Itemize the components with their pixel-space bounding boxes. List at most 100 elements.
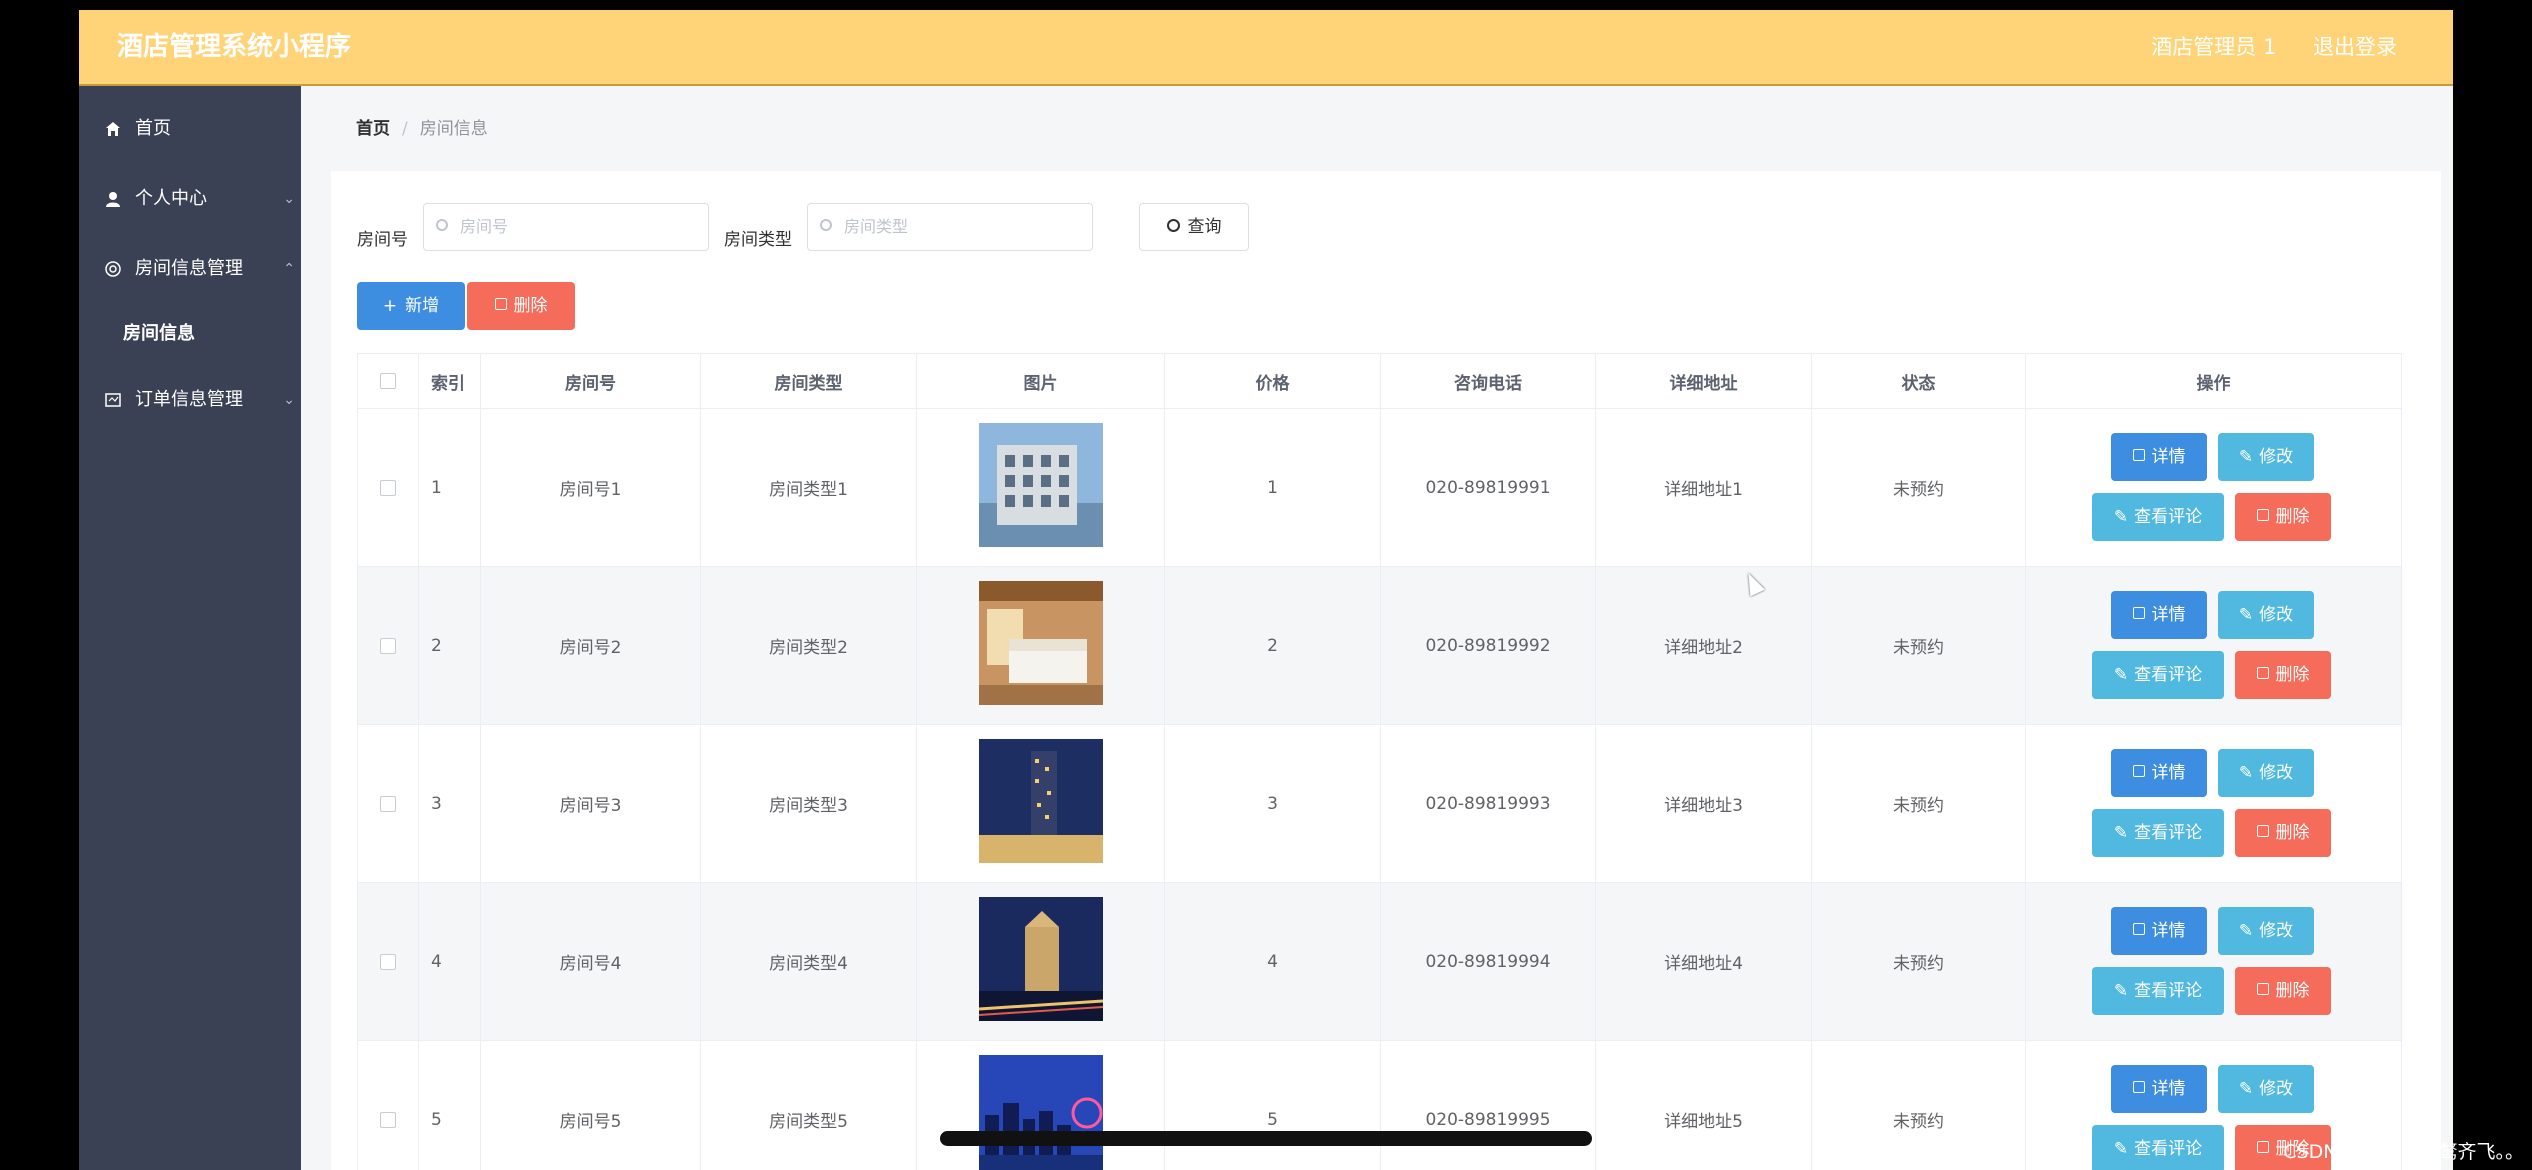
view-reviews-button[interactable]: ✎ 查看评论	[2092, 809, 2224, 857]
cell-address: 详细地址1	[1596, 409, 1812, 566]
review-label: 查看评论	[2134, 1139, 2203, 1159]
header-status[interactable]: 状态	[1812, 354, 2026, 408]
detail-label: 详情	[2151, 921, 2186, 941]
delete-label: 删除	[513, 296, 548, 316]
cell-address: 详细地址3	[1596, 725, 1812, 882]
room-image[interactable]	[978, 739, 1103, 868]
view-reviews-button[interactable]: ✎ 查看评论	[2092, 651, 2224, 699]
detail-button[interactable]: 详情	[2111, 433, 2207, 481]
breadcrumb: 首页 / 房间信息	[356, 114, 488, 139]
header-address[interactable]: 详细地址	[1596, 354, 1812, 408]
cell-room: 房间号4	[481, 883, 701, 1040]
table-row: 3 房间号3 房间类型3 3 020-89819993 详细地址3 未预约 详情 ✎ 修改 ✎ 查看评…	[358, 725, 2402, 883]
edit-label: 修改	[2259, 447, 2294, 467]
room-image[interactable]	[978, 423, 1103, 552]
sidebar-item-home[interactable]: 首页	[79, 99, 301, 159]
edit-button[interactable]: ✎ 修改	[2218, 433, 2314, 481]
breadcrumb-home[interactable]: 首页	[356, 119, 390, 139]
sidebar-item-order-management[interactable]: 订单信息管理 ⌄	[79, 370, 301, 430]
row-checkbox[interactable]	[380, 953, 396, 970]
home-indicator	[940, 1131, 1592, 1146]
delete-label: 删除	[2275, 665, 2310, 685]
room-image[interactable]	[978, 1055, 1103, 1170]
edit-label: 修改	[2259, 1079, 2294, 1099]
delete-label: 删除	[2275, 823, 2310, 843]
sidebar-item-profile[interactable]: 个人中心 ⌄	[79, 169, 301, 229]
header-phone[interactable]: 咨询电话	[1381, 354, 1596, 408]
review-label: 查看评论	[2134, 823, 2203, 843]
batch-delete-button[interactable]: 删除	[467, 282, 575, 330]
detail-button[interactable]: 详情	[2111, 749, 2207, 797]
sidebar-item-label: 个人中心	[135, 188, 207, 209]
cell-index: 2	[419, 567, 481, 724]
room-image[interactable]	[978, 897, 1103, 1026]
cell-price: 4	[1165, 883, 1381, 1040]
select-all-checkbox[interactable]	[380, 373, 396, 389]
sidebar-subitem-label: 房间信息	[123, 323, 195, 344]
cell-phone: 020-89819991	[1381, 409, 1596, 566]
delete-button[interactable]: 删除	[2235, 651, 2331, 699]
delete-button[interactable]: 删除	[2235, 967, 2331, 1015]
row-checkbox-cell	[358, 883, 419, 1040]
detail-button[interactable]: 详情	[2111, 907, 2207, 955]
cell-address: 详细地址2	[1596, 567, 1812, 724]
view-reviews-button[interactable]: ✎ 查看评论	[2092, 1125, 2224, 1170]
edit-button[interactable]: ✎ 修改	[2218, 1065, 2314, 1113]
sidebar-item-room-management[interactable]: 房间信息管理 ⌃	[79, 239, 301, 299]
pencil-icon: ✎	[2238, 1079, 2254, 1099]
edit-button[interactable]: ✎ 修改	[2218, 591, 2314, 639]
search-icon	[436, 219, 448, 231]
trash-icon	[2256, 825, 2269, 837]
table-header: 索引 房间号 房间类型 图片 价格 咨询电话 详细地址 状态 操作	[358, 354, 2402, 409]
content-card: 房间号 房间号 房间类型 房间类型 查询 + 新增 删除 索引 房间号 房间类型…	[331, 171, 2441, 1170]
detail-button[interactable]: 详情	[2111, 1065, 2207, 1113]
cell-price: 1	[1165, 409, 1381, 566]
detail-button[interactable]: 详情	[2111, 591, 2207, 639]
document-icon	[2132, 765, 2145, 777]
row-checkbox[interactable]	[380, 795, 396, 812]
table-row: 4 房间号4 房间类型4 4 020-89819994 详细地址4 未预约 详情 ✎ 修改 ✎ 查看评…	[358, 883, 2402, 1041]
breadcrumb-current: 房间信息	[419, 119, 488, 139]
edit-button[interactable]: ✎ 修改	[2218, 907, 2314, 955]
header-room[interactable]: 房间号	[481, 354, 701, 408]
detail-label: 详情	[2151, 1079, 2186, 1099]
cell-phone: 020-89819992	[1381, 567, 1596, 724]
room-number-placeholder: 房间号	[460, 217, 509, 236]
room-type-input[interactable]: 房间类型	[807, 203, 1093, 251]
header-index[interactable]: 索引	[419, 354, 481, 408]
cell-image	[917, 409, 1165, 566]
room-number-input[interactable]: 房间号	[423, 203, 709, 251]
document-icon	[2132, 923, 2145, 935]
logout-link[interactable]: 退出登录	[2313, 35, 2397, 59]
table-row: 1 房间号1 房间类型1 1 020-89819991 详细地址1 未预约 详情 ✎ 修改 ✎ 查看评…	[358, 409, 2402, 567]
edit-button[interactable]: ✎ 修改	[2218, 749, 2314, 797]
user-icon	[106, 192, 120, 207]
delete-button[interactable]: 删除	[2235, 809, 2331, 857]
pencil-icon: ✎	[2238, 447, 2254, 467]
table-body: 1 房间号1 房间类型1 1 020-89819991 详细地址1 未预约 详情 ✎ 修改 ✎ 查看评…	[358, 409, 2402, 1170]
cell-image	[917, 1041, 1165, 1170]
cell-index: 3	[419, 725, 481, 882]
detail-label: 详情	[2151, 447, 2186, 467]
cell-status: 未预约	[1812, 567, 2026, 724]
add-label: 新增	[405, 296, 440, 316]
row-checkbox[interactable]	[380, 637, 396, 654]
sidebar-subitem-room-info[interactable]: 房间信息	[79, 304, 301, 364]
room-image[interactable]	[978, 581, 1103, 710]
cell-room: 房间号1	[481, 409, 701, 566]
row-checkbox-cell	[358, 1041, 419, 1170]
plus-icon: +	[382, 296, 398, 316]
pencil-icon: ✎	[2113, 665, 2129, 685]
edit-label: 修改	[2259, 605, 2294, 625]
query-button[interactable]: 查询	[1139, 203, 1249, 251]
header-type[interactable]: 房间类型	[701, 354, 917, 408]
view-reviews-button[interactable]: ✎ 查看评论	[2092, 493, 2224, 541]
edit-label: 修改	[2259, 921, 2294, 941]
add-button[interactable]: + 新增	[357, 282, 465, 330]
row-checkbox[interactable]	[380, 479, 396, 496]
header-price[interactable]: 价格	[1165, 354, 1381, 408]
view-reviews-button[interactable]: ✎ 查看评论	[2092, 967, 2224, 1015]
app-title: 酒店管理系统小程序	[117, 32, 352, 62]
row-checkbox[interactable]	[380, 1111, 396, 1128]
delete-button[interactable]: 删除	[2235, 493, 2331, 541]
